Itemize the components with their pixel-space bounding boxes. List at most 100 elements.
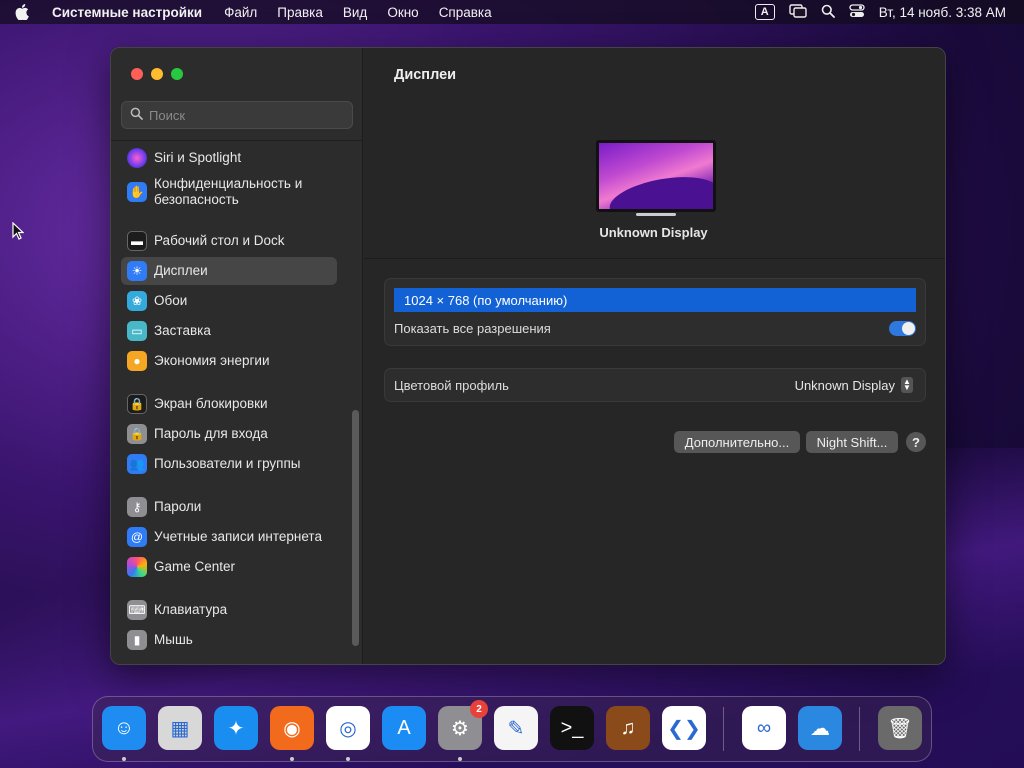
weather-glyph: ☁: [810, 717, 830, 740]
sidebar-item-screensaver[interactable]: ▭ Заставка: [121, 317, 337, 345]
sidebar-item-label: Siri и Spotlight: [154, 150, 242, 165]
menu-window[interactable]: Окно: [377, 5, 428, 20]
sidebar-item-passwords[interactable]: ⚷ Пароли: [121, 493, 337, 521]
sidebar-item-game-center[interactable]: Game Center: [121, 553, 337, 581]
instruments-dock-icon[interactable]: ♫: [606, 706, 650, 750]
terminal-dock-icon[interactable]: >_: [550, 706, 594, 750]
flower-icon: ❀: [127, 291, 147, 311]
menu-edit[interactable]: Правка: [267, 5, 333, 20]
sidebar-item-label: Рабочий стол и Dock: [154, 233, 285, 248]
sidebar-item-label: Заставка: [154, 323, 211, 338]
visual-studio-glyph: ∞: [756, 716, 772, 739]
dock-separator: [859, 707, 860, 751]
sidebar-item-label: Обои: [154, 293, 188, 308]
launchpad-dock-icon[interactable]: ▦: [158, 706, 202, 750]
notification-badge: 2: [470, 700, 488, 718]
sun-icon: ☀: [127, 261, 147, 281]
sidebar-item-mouse[interactable]: ▮ Мышь: [121, 626, 337, 654]
running-indicator: [458, 757, 462, 761]
sidebar-item-internet-accounts[interactable]: @ Учетные записи интернета: [121, 523, 337, 551]
key-icon: ⚷: [127, 497, 147, 517]
search-field[interactable]: [121, 101, 353, 129]
sidebar-item-energy[interactable]: ● Экономия энергии: [121, 347, 337, 375]
sidebar-item-wallpaper[interactable]: ❀ Обои: [121, 287, 337, 315]
app-store-dock-icon[interactable]: A: [382, 706, 426, 750]
sidebar-item-login-password[interactable]: 🔒 Пароль для входа: [121, 420, 337, 448]
resolution-option-selected[interactable]: 1024 × 768 (по умолчанию): [394, 288, 916, 312]
show-all-resolutions-toggle[interactable]: [889, 321, 916, 336]
chevron-updown-icon: ▲ ▼: [901, 377, 913, 393]
vscode-dock-icon[interactable]: ❮❯: [662, 706, 706, 750]
color-profile-group: Цветовой профиль Unknown Display ▲ ▼: [384, 368, 926, 402]
menu-help[interactable]: Справка: [429, 5, 502, 20]
sidebar-item-privacy[interactable]: ✋ Конфиденциальность и безопасность: [121, 172, 337, 212]
menu-app-name[interactable]: Системные настройки: [44, 5, 214, 20]
safari-dock-icon[interactable]: ✦: [214, 706, 258, 750]
firefox-dock-icon[interactable]: ◉: [270, 706, 314, 750]
menu-view[interactable]: Вид: [333, 5, 377, 20]
system-settings-window: Siri и Spotlight ✋ Конфиденциальность и …: [110, 47, 946, 665]
sidebar-item-label: Конфиденциальность и безопасность: [154, 176, 303, 207]
sidebar-item-users-groups[interactable]: 👥 Пользователи и группы: [121, 450, 337, 478]
sidebar: Siri и Spotlight ✋ Конфиденциальность и …: [111, 48, 363, 664]
chrome-dock-icon[interactable]: ◎: [326, 706, 370, 750]
resolution-group: 1024 × 768 (по умолчанию) Показать все р…: [384, 278, 926, 346]
window-controls: [131, 68, 183, 80]
zoom-button[interactable]: [171, 68, 183, 80]
lock-screen-icon: 🔒: [127, 394, 147, 414]
textedit-glyph: ✎: [507, 717, 525, 740]
vscode-glyph: ❮❯: [667, 717, 701, 740]
padlock-icon: 🔒: [127, 424, 147, 444]
show-all-resolutions-label: Показать все разрешения: [394, 321, 551, 336]
running-indicator: [122, 757, 126, 761]
trash-dock-icon[interactable]: 🗑: [878, 706, 922, 750]
sidebar-item-label: Экран блокировки: [154, 396, 268, 411]
sidebar-item-displays[interactable]: ☀ Дисплеи: [121, 257, 337, 285]
dock: ☺ ▦ ✦ ◉ ◎ A ⚙ 2 ✎ >_ ♫ ❮❯ ∞ ☁ 🗑: [92, 696, 932, 762]
mouse-cursor-icon: [12, 221, 25, 245]
color-profile-popup[interactable]: Unknown Display ▲ ▼: [795, 377, 913, 393]
sidebar-item-lock-screen[interactable]: 🔒 Экран блокировки: [121, 390, 337, 418]
system-settings-dock-icon[interactable]: ⚙ 2: [438, 700, 488, 750]
search-input[interactable]: [149, 107, 339, 123]
launchpad-glyph: ▦: [170, 717, 190, 740]
running-indicator: [346, 757, 350, 761]
sidebar-item-desktop-dock[interactable]: ▬ Рабочий стол и Dock: [121, 227, 337, 255]
spotlight-search-icon[interactable]: [821, 4, 835, 21]
sidebar-item-label: Клавиатура: [154, 602, 228, 617]
sidebar-item-label: Game Center: [154, 559, 236, 574]
menu-bar: Системные настройки Файл Правка Вид Окно…: [0, 0, 1024, 24]
hand-icon: ✋: [127, 182, 147, 202]
screen-mirroring-icon[interactable]: [789, 3, 807, 21]
weather-dock-icon[interactable]: ☁: [798, 706, 842, 750]
display-thumbnail[interactable]: [596, 140, 716, 216]
close-button[interactable]: [131, 68, 143, 80]
visual-studio-dock-icon[interactable]: ∞: [742, 706, 786, 750]
chrome-glyph: ◎: [339, 717, 357, 740]
advanced-button[interactable]: Дополнительно...: [674, 431, 800, 453]
sidebar-item-siri[interactable]: Siri и Spotlight: [121, 144, 337, 172]
sidebar-item-label: Экономия энергии: [154, 353, 270, 368]
finder-dock-icon[interactable]: ☺: [102, 706, 146, 750]
dock-icon: ▬: [127, 231, 147, 251]
sidebar-item-label: Пароль для входа: [154, 426, 268, 441]
night-shift-button[interactable]: Night Shift...: [806, 431, 898, 453]
sidebar-scrollbar[interactable]: [352, 410, 359, 646]
menu-file[interactable]: Файл: [214, 5, 267, 20]
instruments-glyph: ♫: [620, 716, 636, 739]
siri-icon: [127, 148, 147, 168]
game-center-icon: [127, 557, 147, 577]
menu-clock[interactable]: Вт, 14 нояб. 3:38 AM: [879, 5, 1006, 20]
app-store-glyph: A: [397, 716, 411, 739]
control-center-icon[interactable]: [849, 3, 865, 21]
textedit-dock-icon[interactable]: ✎: [494, 706, 538, 750]
apple-menu-icon[interactable]: [0, 4, 44, 20]
sidebar-item-keyboard[interactable]: ⌨ Клавиатура: [121, 596, 337, 624]
help-button[interactable]: ?: [906, 432, 926, 452]
display-stand: [636, 213, 676, 216]
dock-separator: [723, 707, 724, 751]
minimize-button[interactable]: [151, 68, 163, 80]
color-profile-label: Цветовой профиль: [394, 378, 509, 393]
input-source-icon[interactable]: A: [754, 4, 775, 20]
sidebar-item-label: Пользователи и группы: [154, 456, 301, 471]
